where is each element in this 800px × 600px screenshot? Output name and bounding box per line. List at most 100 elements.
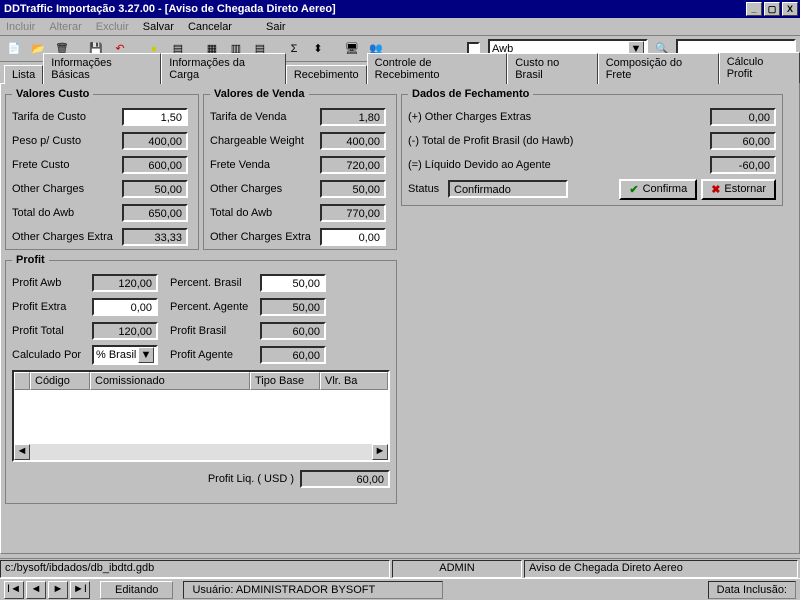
menu-salvar[interactable]: Salvar xyxy=(143,21,174,33)
tab-recebimento[interactable]: Recebimento xyxy=(286,65,367,84)
nav-data-label: Data Inclusão: xyxy=(708,581,796,599)
grid-header: Código Comissionado Tipo Base Vlr. Ba xyxy=(14,372,388,390)
tool-sigma-icon[interactable]: Σ xyxy=(284,39,304,59)
val-fech-2: 60,00 xyxy=(710,132,776,150)
nav-prev-icon[interactable]: ◄ xyxy=(26,581,46,599)
lbl-profit-extra: Profit Extra xyxy=(12,301,92,313)
val-frete-custo: 600,00 xyxy=(122,156,188,174)
lbl-peso-custo: Peso p/ Custo xyxy=(12,135,122,147)
lbl-other-venda: Other Charges xyxy=(210,183,320,195)
status-module: Aviso de Chegada Direto Aereo xyxy=(524,560,798,578)
menu-alterar: Alterar xyxy=(49,21,81,33)
grid-row-selector xyxy=(14,372,30,390)
val-extra-custo: 33,33 xyxy=(122,228,188,246)
tab-lista[interactable]: Lista xyxy=(4,65,43,84)
val-peso-custo: 400,00 xyxy=(122,132,188,150)
tab-calculo-profit[interactable]: Cálculo Profit xyxy=(719,52,800,84)
val-profit-agente: 60,00 xyxy=(260,346,326,364)
legend-venda: Valores de Venda xyxy=(210,88,309,100)
minimize-button[interactable]: _ xyxy=(746,2,762,16)
nav-next-icon[interactable]: ► xyxy=(48,581,68,599)
nav-user-label: Usuário: ADMINISTRADOR BYSOFT xyxy=(183,581,443,599)
menu-bar: Incluir Alterar Excluir Salvar Cancelar … xyxy=(0,18,800,36)
lbl-profit-liq: Profit Liq. ( USD ) xyxy=(208,473,294,485)
commission-grid[interactable]: Código Comissionado Tipo Base Vlr. Ba ◄ … xyxy=(12,370,390,462)
nav-last-icon[interactable]: ►I xyxy=(70,581,90,599)
lbl-profit-total: Profit Total xyxy=(12,325,92,337)
status-user: ADMIN xyxy=(392,560,522,578)
status-dbpath: c:/bysoft/ibdados/db_ibdtd.gdb xyxy=(0,560,390,578)
val-perc-agente: 50,00 xyxy=(260,298,326,316)
lbl-cw-venda: Chargeable Weight xyxy=(210,135,320,147)
tool-new-icon[interactable]: 📄 xyxy=(4,39,24,59)
close-button[interactable]: X xyxy=(782,2,798,16)
maximize-button[interactable]: ▢ xyxy=(764,2,780,16)
lbl-total-venda: Total do Awb xyxy=(210,207,320,219)
lbl-extra-venda: Other Charges Extra xyxy=(210,231,320,243)
lbl-status: Status xyxy=(408,183,448,195)
check-icon xyxy=(629,183,638,196)
group-profit: Profit Profit Awb120,00 Percent. Brasil5… xyxy=(5,254,397,504)
btn-confirma[interactable]: Confirma xyxy=(619,179,697,200)
tool-screen-icon[interactable]: 🖥 xyxy=(342,39,362,59)
tab-custo-brasil[interactable]: Custo no Brasil xyxy=(507,53,597,84)
val-status: Confirmado xyxy=(448,180,568,198)
lbl-tarifa-venda: Tarifa de Venda xyxy=(210,111,320,123)
combo-calc-por[interactable]: % Brasil▼ xyxy=(92,345,158,365)
val-profit-awb: 120,00 xyxy=(92,274,158,292)
lbl-frete-venda: Frete Venda xyxy=(210,159,320,171)
val-profit-liq: 60,00 xyxy=(300,470,390,488)
tab-info-carga[interactable]: Informações da Carga xyxy=(161,53,286,84)
chevron-down-icon[interactable]: ▼ xyxy=(138,347,154,363)
lbl-total-custo: Total do Awb xyxy=(12,207,122,219)
lbl-other-custo: Other Charges xyxy=(12,183,122,195)
val-perc-brasil[interactable]: 50,00 xyxy=(260,274,326,292)
lbl-fech-3: (=) Líquido Devido ao Agente xyxy=(408,159,648,171)
col-tipo-base[interactable]: Tipo Base xyxy=(250,372,320,390)
nav-mode-label: Editando xyxy=(100,581,173,599)
lbl-calc-por: Calculado Por xyxy=(12,349,92,361)
col-codigo[interactable]: Código xyxy=(30,372,90,390)
col-vlr-ba[interactable]: Vlr. Ba xyxy=(320,372,388,390)
tab-info-basicas[interactable]: Informações Básicas xyxy=(43,53,161,84)
tab-strip: Lista Informações Básicas Informações da… xyxy=(0,62,800,84)
tab-composicao-frete[interactable]: Composição do Frete xyxy=(598,53,719,84)
lbl-frete-custo: Frete Custo xyxy=(12,159,122,171)
scroll-right-icon[interactable]: ► xyxy=(372,444,388,460)
col-comissionado[interactable]: Comissionado xyxy=(90,372,250,390)
record-nav-bar: I◄ ◄ ► ►I Editando Usuário: ADMINISTRADO… xyxy=(0,578,800,600)
lbl-fech-1: (+) Other Charges Extras xyxy=(408,111,648,123)
val-profit-extra[interactable]: 0,00 xyxy=(92,298,158,316)
nav-first-icon[interactable]: I◄ xyxy=(4,581,24,599)
btn-estornar[interactable]: Estornar xyxy=(701,179,776,200)
menu-incluir: Incluir xyxy=(6,21,35,33)
val-tarifa-custo[interactable]: 1,50 xyxy=(122,108,188,126)
legend-profit: Profit xyxy=(12,254,49,266)
val-total-venda: 770,00 xyxy=(320,204,386,222)
val-fech-3: -60,00 xyxy=(710,156,776,174)
tool-rate-icon[interactable]: ⬍ xyxy=(308,39,328,59)
val-other-venda: 50,00 xyxy=(320,180,386,198)
group-valores-custo: Valores Custo Tarifa de Custo1,50 Peso p… xyxy=(5,88,199,250)
val-extra-venda[interactable]: 0,00 xyxy=(320,228,386,246)
tab-controle-receb[interactable]: Controle de Recebimento xyxy=(367,53,508,84)
lbl-perc-brasil: Percent. Brasil xyxy=(170,277,260,289)
lbl-profit-brasil: Profit Brasil xyxy=(170,325,260,337)
menu-sair[interactable]: Sair xyxy=(266,21,286,33)
group-fechamento: Dados de Fechamento (+) Other Charges Ex… xyxy=(401,88,783,206)
legend-custo: Valores Custo xyxy=(12,88,93,100)
val-tarifa-venda: 1,80 xyxy=(320,108,386,126)
menu-excluir: Excluir xyxy=(96,21,129,33)
val-other-custo: 50,00 xyxy=(122,180,188,198)
lbl-profit-agente: Profit Agente xyxy=(170,349,260,361)
grid-hscroll[interactable]: ◄ ► xyxy=(14,444,388,460)
lbl-tarifa-custo: Tarifa de Custo xyxy=(12,111,122,123)
menu-cancelar[interactable]: Cancelar xyxy=(188,21,232,33)
lbl-fech-2: (-) Total de Profit Brasil (do Hawb) xyxy=(408,135,648,147)
window-title: DDTraffic Importação 3.27.00 - [Aviso de… xyxy=(2,3,744,15)
val-frete-venda: 720,00 xyxy=(320,156,386,174)
scroll-left-icon[interactable]: ◄ xyxy=(14,444,30,460)
lbl-perc-agente: Percent. Agente xyxy=(170,301,260,313)
work-area: Valores Custo Tarifa de Custo1,50 Peso p… xyxy=(0,84,800,554)
val-profit-total: 120,00 xyxy=(92,322,158,340)
